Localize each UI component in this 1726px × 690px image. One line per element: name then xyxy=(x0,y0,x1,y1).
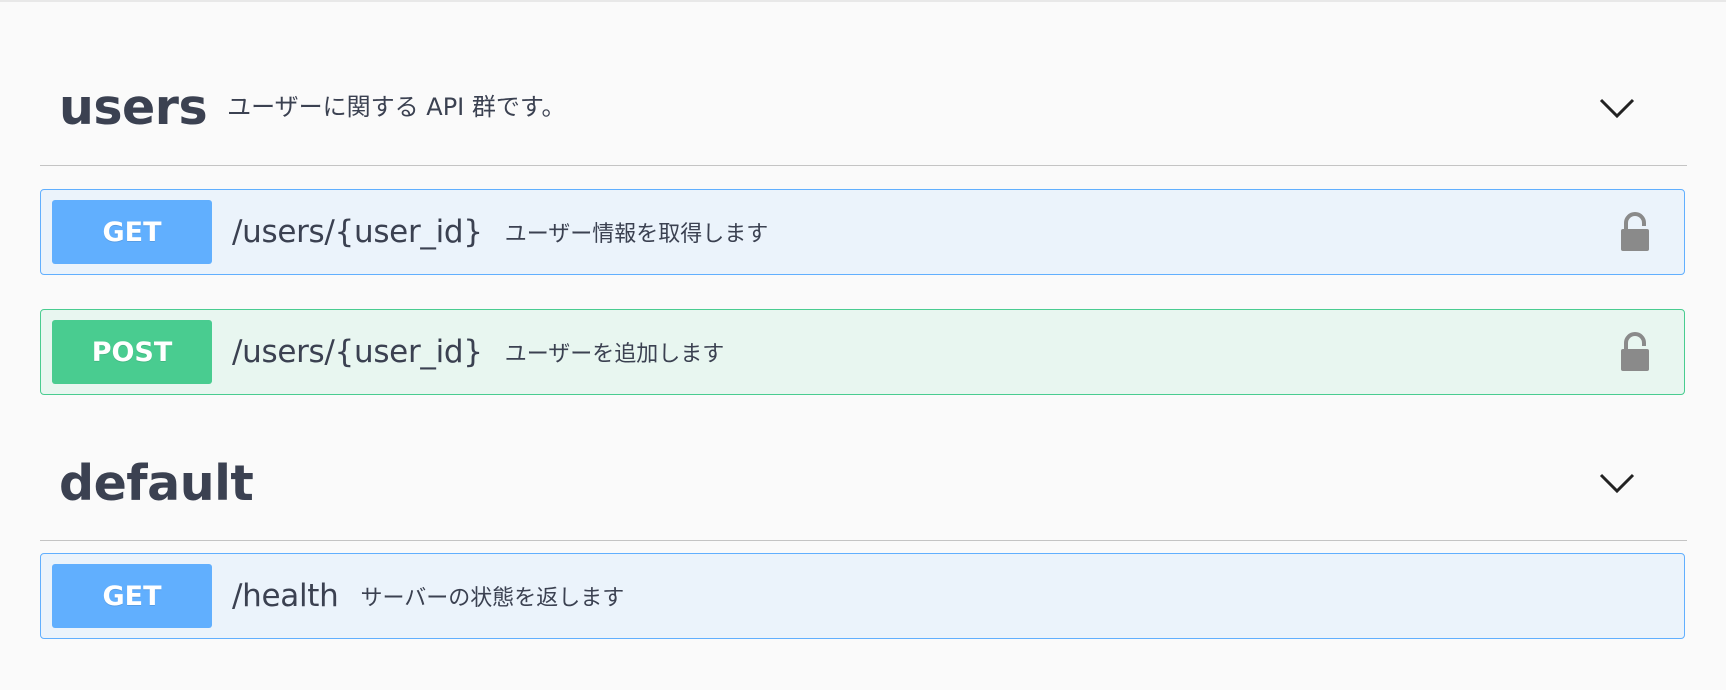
operation-summary: ユーザー情報を取得します xyxy=(504,222,769,247)
chevron-down-icon[interactable] xyxy=(1597,463,1637,503)
method-badge: POST xyxy=(52,320,212,384)
tag-section-default: default xyxy=(40,426,1687,541)
operation-summary: サーバーの状態を返します xyxy=(360,586,625,611)
method-badge: GET xyxy=(52,564,212,628)
method-badge: GET xyxy=(52,200,212,264)
lock-icon[interactable] xyxy=(1620,332,1650,372)
tag-description: ユーザーに関する API 群です。 xyxy=(227,93,566,121)
tag-header-default[interactable]: default xyxy=(40,426,1687,541)
lock-icon[interactable] xyxy=(1620,212,1650,252)
operation-post-user[interactable]: POST /users/{user_id} ユーザーを追加します xyxy=(40,309,1685,395)
operation-get-user[interactable]: GET /users/{user_id} ユーザー情報を取得します xyxy=(40,189,1685,275)
tag-section-users: users ユーザーに関する API 群です。 xyxy=(40,50,1687,166)
operation-summary: ユーザーを追加します xyxy=(504,342,725,367)
chevron-down-icon[interactable] xyxy=(1597,88,1637,128)
operation-get-health[interactable]: GET /health サーバーの状態を返します xyxy=(40,553,1685,639)
operation-path: /health xyxy=(232,578,339,614)
top-divider xyxy=(0,0,1726,2)
operation-path: /users/{user_id} xyxy=(232,334,483,370)
tag-header-users[interactable]: users ユーザーに関する API 群です。 xyxy=(40,50,1687,166)
operation-path: /users/{user_id} xyxy=(232,214,483,250)
tag-name: users xyxy=(59,79,208,136)
tag-name: default xyxy=(59,454,254,512)
